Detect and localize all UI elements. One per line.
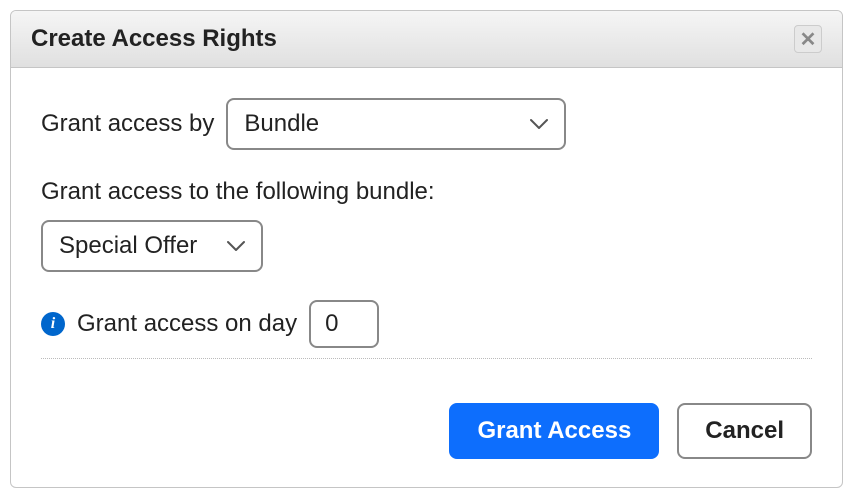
chevron-down-icon [227,240,245,252]
grant-day-row: i Grant access on day [41,300,812,348]
grant-access-by-value: Bundle [244,110,319,138]
info-icon[interactable]: i [41,312,65,336]
grant-day-input[interactable] [309,300,379,348]
close-button[interactable]: ✕ [794,25,822,53]
dialog-body: Grant access by Bundle Grant access to t… [11,68,842,403]
grant-access-button[interactable]: Grant Access [449,403,659,459]
cancel-button[interactable]: Cancel [677,403,812,459]
grant-day-label: Grant access on day [77,310,297,338]
bundle-section-label: Grant access to the following bundle: [41,178,812,206]
divider [41,358,812,359]
dialog-header: Create Access Rights ✕ [11,11,842,68]
grant-access-by-label: Grant access by [41,110,214,138]
bundle-select-row: Special Offer [41,220,812,272]
bundle-select[interactable]: Special Offer [41,220,263,272]
bundle-select-value: Special Offer [59,232,197,260]
dialog-title: Create Access Rights [31,25,277,53]
grant-access-by-select[interactable]: Bundle [226,98,566,150]
create-access-rights-dialog: Create Access Rights ✕ Grant access by B… [10,10,843,488]
chevron-down-icon [530,118,548,130]
dialog-footer: Grant Access Cancel [11,403,842,487]
close-icon: ✕ [800,27,817,52]
grant-access-by-row: Grant access by Bundle [41,98,812,150]
